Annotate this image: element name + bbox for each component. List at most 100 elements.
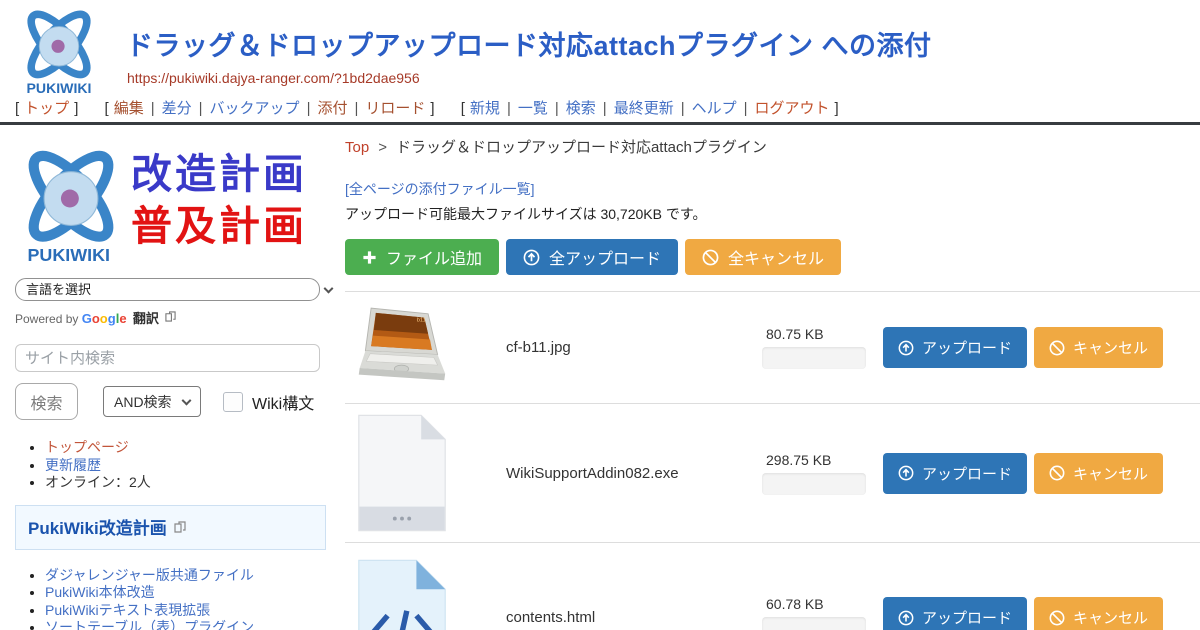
nav-link-edit[interactable]: 編集 xyxy=(114,100,144,117)
nav-link-logout[interactable]: ログアウト xyxy=(755,100,830,117)
search-mode-select[interactable]: AND検索 xyxy=(103,386,201,417)
svg-text:PUKIWIKI: PUKIWIKI xyxy=(27,80,92,96)
arrow-circle-up-icon xyxy=(898,465,914,481)
online-count: オンライン：2人 xyxy=(45,474,151,490)
upload-all-button[interactable]: 全アップロード xyxy=(506,239,678,275)
file-row: b11 cf-b11.jpg 80.75 KB アップロード キャンセル xyxy=(345,291,1200,403)
cancel-button[interactable]: キャンセル xyxy=(1034,327,1163,368)
nav-link-help[interactable]: ヘルプ xyxy=(692,100,737,117)
logo-line-kaizou: 改造計画 xyxy=(131,148,307,200)
file-icon-cell xyxy=(353,558,450,630)
breadcrumb: Top > ドラッグ＆ドロップアップロード対応attachプラグイン xyxy=(345,130,1200,157)
nav-group-site-actions: [新規|一覧|検索|最終更新|ヘルプ|ログアウト] xyxy=(456,100,844,117)
ban-icon xyxy=(702,249,719,266)
site-search-input[interactable] xyxy=(15,344,320,372)
sidebar: PUKIWIKI 改造計画 普及計画 言語を選択 Powered by Goog… xyxy=(15,138,343,630)
wiki-syntax-checkbox[interactable] xyxy=(223,392,243,412)
sidebar-link-sort-table[interactable]: ソートテーブル（表）プラグイン xyxy=(45,619,254,630)
upload-button[interactable]: アップロード xyxy=(883,453,1027,494)
sidebar-site-logo[interactable]: PUKIWIKI 改造計画 普及計画 xyxy=(15,138,343,270)
file-name: cf-b11.jpg xyxy=(506,339,762,356)
file-row: contents.html 60.78 KB アップロード キャンセル xyxy=(345,542,1200,630)
atom-icon: PUKIWIKI xyxy=(12,5,106,97)
search-mode-wrap: AND検索 xyxy=(103,386,201,417)
cancel-button[interactable]: キャンセル xyxy=(1034,453,1163,494)
ban-icon xyxy=(1049,610,1065,626)
nav-link-diff[interactable]: 差分 xyxy=(162,100,192,117)
sidebar-link-common-files[interactable]: ダジャレンジャー版共通ファイル xyxy=(45,567,254,583)
nav-link-backup[interactable]: バックアップ xyxy=(210,100,300,117)
sidebar-link-text-ext[interactable]: PukiWikiテキスト表現拡張 xyxy=(45,602,210,618)
breadcrumb-current: ドラッグ＆ドロップアップロード対応attachプラグイン xyxy=(396,139,767,156)
ban-icon xyxy=(1049,465,1065,481)
pukiwiki-attach-page: PUKIWIKI ドラッグ＆ドロップアップロード対応attachプラグイン への… xyxy=(0,0,1200,630)
arrow-circle-up-icon xyxy=(898,610,914,626)
breadcrumb-separator: > xyxy=(378,139,387,156)
upload-button[interactable]: アップロード xyxy=(883,597,1027,630)
translate-link[interactable]: 翻訳 xyxy=(133,311,159,326)
page-url[interactable]: https://pukiwiki.dajya-ranger.com/?1bd2d… xyxy=(127,70,420,86)
file-thumbnail-laptop: b11 xyxy=(353,305,450,391)
sidebar-top-links: トップページ 更新履歴 オンライン：2人 xyxy=(45,439,343,491)
upload-toolbar: ファイル追加 全アップロード 全キャンセル xyxy=(345,239,1200,275)
list-item: PukiWiki本体改造 xyxy=(45,584,345,601)
external-link-icon xyxy=(174,521,186,533)
list-item: ダジャレンジャー版共通ファイル xyxy=(45,567,345,584)
file-icon-cell xyxy=(353,412,450,534)
atom-icon: PUKIWIKI xyxy=(15,138,127,268)
sidebar-link-core-mod[interactable]: PukiWiki本体改造 xyxy=(45,584,155,600)
nav-link-attach[interactable]: 添付 xyxy=(317,100,347,117)
upload-progress-bar xyxy=(762,347,866,369)
file-name: contents.html xyxy=(506,609,762,626)
cancel-all-button[interactable]: 全キャンセル xyxy=(685,239,841,275)
upload-progress-bar xyxy=(762,473,866,495)
row-actions: アップロード キャンセル xyxy=(883,327,1163,368)
upload-file-list: b11 cf-b11.jpg 80.75 KB アップロード キャンセル xyxy=(345,291,1200,630)
list-item: トップページ xyxy=(45,439,343,456)
arrow-circle-up-icon xyxy=(898,340,914,356)
sidebar-link-toppage[interactable]: トップページ xyxy=(45,439,129,455)
site-logo-text: 改造計画 普及計画 xyxy=(131,138,307,252)
file-size: 298.75 KB xyxy=(766,452,866,468)
file-name: WikiSupportAddin082.exe xyxy=(506,465,762,482)
upload-button[interactable]: アップロード xyxy=(883,327,1027,368)
language-select-wrap: 言語を選択 xyxy=(15,278,343,301)
language-select[interactable]: 言語を選択 xyxy=(15,278,320,301)
google-translate-attribution: Powered by Google 翻訳 xyxy=(15,308,343,327)
html-file-icon xyxy=(354,558,450,630)
nav-link-top[interactable]: トップ xyxy=(24,100,69,117)
add-files-button[interactable]: ファイル追加 xyxy=(345,239,499,275)
ban-icon xyxy=(1049,340,1065,356)
svg-text:PUKIWIKI: PUKIWIKI xyxy=(27,245,110,265)
breadcrumb-home-link[interactable]: Top xyxy=(345,139,369,156)
top-navigation: [トップ] [編集|差分|バックアップ|添付|リロード] [新規|一覧|検索|最… xyxy=(0,97,1200,125)
main-content: Top > ドラッグ＆ドロップアップロード対応attachプラグイン [全ページの添… xyxy=(345,130,1200,630)
nav-link-list[interactable]: 一覧 xyxy=(518,100,548,117)
nav-link-new[interactable]: 新規 xyxy=(470,100,500,117)
cancel-button[interactable]: キャンセル xyxy=(1034,597,1163,630)
nav-link-search[interactable]: 検索 xyxy=(566,100,596,117)
sidebar-link-history[interactable]: 更新履歴 xyxy=(45,457,101,473)
all-attachments-link[interactable]: [全ページの添付ファイル一覧] xyxy=(345,179,535,199)
nav-link-recent[interactable]: 最終更新 xyxy=(614,100,674,117)
sidebar-main-links: ダジャレンジャー版共通ファイル PukiWiki本体改造 PukiWikiテキス… xyxy=(45,567,345,630)
search-controls: 検索 AND検索 Wiki構文 xyxy=(15,383,343,420)
list-item: PukiWikiテキスト表現拡張 xyxy=(45,602,345,619)
logo-line-fukyuu: 普及計画 xyxy=(131,200,307,252)
file-size-cell: 80.75 KB xyxy=(762,326,866,369)
upload-progress-bar xyxy=(762,617,866,630)
pukiwiki-atom-logo[interactable]: PUKIWIKI xyxy=(12,5,106,102)
nav-link-reload[interactable]: リロード xyxy=(365,100,425,117)
arrow-circle-up-icon xyxy=(523,249,540,266)
list-item: ソートテーブル（表）プラグイン xyxy=(45,619,345,630)
wiki-syntax-label: Wiki構文 xyxy=(252,390,314,414)
sidebar-heading-link[interactable]: PukiWiki改造計画 xyxy=(28,519,167,538)
nav-group-page-actions: [編集|差分|バックアップ|添付|リロード] xyxy=(100,100,444,117)
max-upload-size-text: アップロード可能最大ファイルサイズは 30,720KB です。 xyxy=(345,204,1200,224)
file-row: WikiSupportAddin082.exe 298.75 KB アップロード… xyxy=(345,403,1200,542)
list-item: 更新履歴 xyxy=(45,457,343,474)
plus-icon xyxy=(362,250,377,265)
row-actions: アップロード キャンセル xyxy=(883,597,1163,630)
search-button[interactable]: 検索 xyxy=(15,383,78,420)
file-size: 60.78 KB xyxy=(766,596,866,612)
